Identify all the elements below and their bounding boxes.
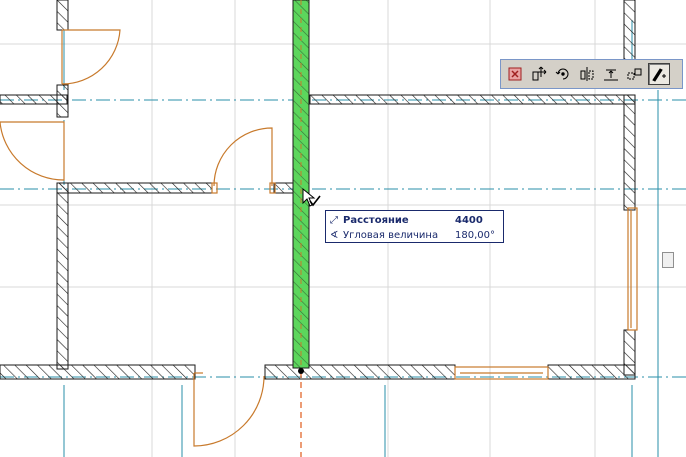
tracker-angle-row: ∢ Угловая величина 180,00° bbox=[330, 228, 500, 242]
doors[interactable] bbox=[0, 29, 638, 447]
tracker-tooltip: ⤢ Расстояние 4400 ∢ Угловая величина 180… bbox=[325, 210, 504, 243]
palette-stretch-button[interactable] bbox=[648, 63, 670, 85]
palette-drag-button[interactable] bbox=[528, 63, 550, 85]
distance-value[interactable]: 4400 bbox=[455, 215, 483, 226]
stretch-pencil-icon bbox=[652, 68, 666, 82]
elevate-icon bbox=[604, 69, 618, 81]
mirror-icon bbox=[580, 67, 594, 81]
tracker-distance-row: ⤢ Расстояние 4400 bbox=[330, 213, 500, 227]
distance-icon: ⤢ bbox=[330, 214, 338, 226]
angle-label: Угловая величина bbox=[343, 229, 439, 241]
rotate-icon bbox=[555, 68, 569, 80]
selected-wall[interactable] bbox=[292, 0, 310, 457]
angle-icon: ∢ bbox=[330, 229, 339, 241]
palette-mirror-button[interactable] bbox=[576, 63, 598, 85]
multiply-copy-icon bbox=[627, 68, 642, 80]
distance-label: Расстояние bbox=[343, 214, 409, 226]
palette-elevate-button[interactable] bbox=[600, 63, 622, 85]
palette-rotate-button[interactable] bbox=[552, 63, 574, 85]
angle-value[interactable]: 180,00° bbox=[455, 230, 495, 241]
palette-multiply-button[interactable] bbox=[624, 63, 646, 85]
vertical-scrollbar-thumb[interactable] bbox=[662, 252, 674, 268]
move-arrows-icon bbox=[532, 66, 547, 81]
pet-palette bbox=[500, 59, 683, 89]
palette-close-button[interactable] bbox=[504, 63, 526, 85]
close-icon bbox=[508, 67, 522, 81]
